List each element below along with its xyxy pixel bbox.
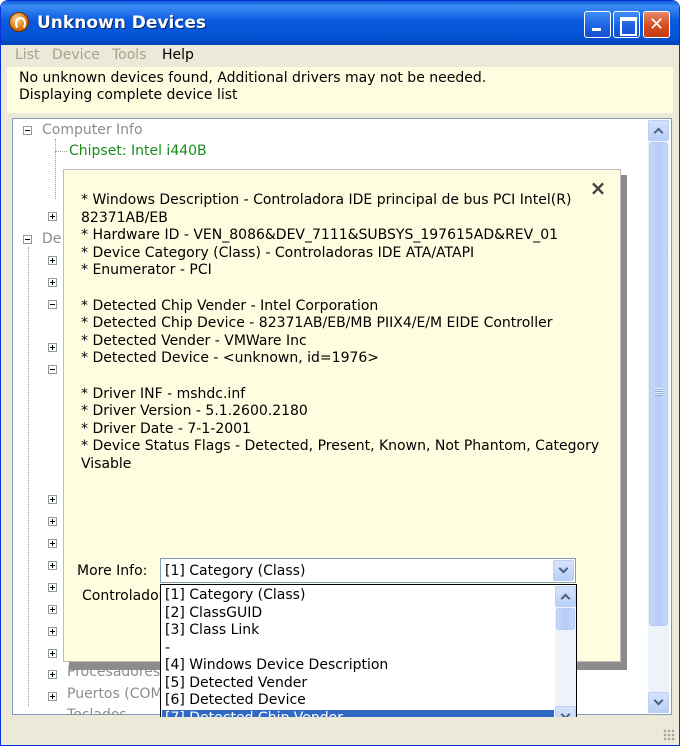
scroll-up-button[interactable] xyxy=(555,586,576,607)
tree-connector xyxy=(28,247,29,707)
scroll-up-button[interactable] xyxy=(648,120,669,141)
chevron-up-icon xyxy=(653,127,664,138)
expand-icon[interactable] xyxy=(48,692,57,701)
detail-line: * Enumerator - PCI xyxy=(81,262,212,279)
more-info-label: More Info: xyxy=(77,563,148,579)
chevron-up-icon xyxy=(560,593,571,604)
chevron-down-icon xyxy=(653,695,664,706)
expand-icon[interactable] xyxy=(48,649,57,658)
scroll-thumb[interactable] xyxy=(649,142,668,626)
device-details-text: * Windows Description - Controladora IDE… xyxy=(81,192,600,474)
popup-close-icon[interactable]: × xyxy=(589,178,607,198)
dropdown-option[interactable]: [5] Detected Vender xyxy=(162,675,554,693)
minimize-button[interactable] xyxy=(584,11,611,38)
detail-line: * Device Category (Class) - Controladora… xyxy=(81,244,475,261)
collapse-computer-info-icon[interactable] xyxy=(23,126,32,135)
dropdown-option[interactable]: - xyxy=(162,640,554,658)
detail-line xyxy=(81,280,581,298)
app-icon xyxy=(9,12,29,32)
dropdown-option[interactable]: [3] Class Link xyxy=(162,622,554,640)
info-line-2: Displaying complete device list xyxy=(19,87,238,103)
menu-device[interactable]: Device xyxy=(52,47,100,63)
dropdown-option[interactable]: [6] Detected Device xyxy=(162,692,554,710)
detail-line: * Detected Chip Device - 82371AB/EB/MB P… xyxy=(81,315,553,332)
detail-line: * Driver Version - 5.1.2600.2180 xyxy=(81,403,308,420)
tree-item-computer-info[interactable]: Computer Info xyxy=(42,122,143,138)
info-line-1: No unknown devices found, Additional dri… xyxy=(19,70,487,86)
detail-line: * Hardware ID - VEN_8086&DEV_7111&SUBSYS… xyxy=(81,227,559,244)
expand-icon[interactable] xyxy=(48,670,57,679)
more-info-select-value: [1] Category (Class) xyxy=(165,563,306,579)
detail-line: * Device Status Flags - Detected, Presen… xyxy=(81,438,600,455)
close-button[interactable]: ✕ xyxy=(643,11,670,38)
title-bar[interactable]: Unknown Devices ✕ xyxy=(1,1,679,45)
chevron-down-icon xyxy=(558,563,569,574)
grip-icon xyxy=(655,388,663,396)
tree-scrollbar[interactable] xyxy=(648,120,669,713)
more-info-dropdown-list[interactable]: [1] Category (Class) [2] ClassGUID [3] C… xyxy=(160,584,577,728)
app-window: Unknown Devices ✕ List Device Tools Help… xyxy=(0,0,680,746)
dropdown-option[interactable]: [2] ClassGUID xyxy=(162,605,554,623)
detail-line xyxy=(81,368,581,386)
expand-icon[interactable] xyxy=(48,256,57,265)
menu-list[interactable]: List xyxy=(15,47,39,63)
more-info-select[interactable]: [1] Category (Class) xyxy=(160,558,576,583)
expand-icon[interactable] xyxy=(48,212,57,221)
expand-icon[interactable] xyxy=(48,561,57,570)
detail-line: * Detected Device - <unknown, id=1976> xyxy=(81,350,380,367)
expand-icon[interactable] xyxy=(48,605,57,614)
window-title: Unknown Devices xyxy=(37,13,206,33)
dropdown-option[interactable]: [1] Category (Class) xyxy=(162,587,554,605)
expand-icon[interactable] xyxy=(48,627,57,636)
detail-line: * Detected Vender - VMWare Inc xyxy=(81,332,307,349)
menu-help[interactable]: Help xyxy=(162,47,194,63)
tree-item-devices[interactable]: De xyxy=(42,231,61,247)
dropdown-scrollbar[interactable] xyxy=(555,586,576,727)
status-bar xyxy=(1,717,679,745)
collapse-devices-icon[interactable] xyxy=(23,235,32,244)
detail-line: * Detected Chip Vender - Intel Corporati… xyxy=(81,297,379,314)
expand-icon[interactable] xyxy=(48,517,57,526)
detail-line: * Windows Description - Controladora IDE… xyxy=(81,192,572,208)
tree-connector xyxy=(55,151,67,152)
expand-icon[interactable] xyxy=(48,539,57,548)
collapse-icon[interactable] xyxy=(48,300,57,309)
close-icon: ✕ xyxy=(648,14,665,35)
detail-line: Visable xyxy=(81,455,132,472)
menu-tools[interactable]: Tools xyxy=(112,47,147,63)
expand-icon[interactable] xyxy=(48,278,57,287)
tree-item-puertos[interactable]: Puertos (COM xyxy=(67,686,163,702)
info-banner: No unknown devices found, Additional dri… xyxy=(7,67,673,113)
controller-label: Controlador xyxy=(82,588,165,604)
expand-icon[interactable] xyxy=(48,583,57,592)
resize-grip-icon[interactable] xyxy=(663,729,675,741)
dropdown-button[interactable] xyxy=(553,560,574,581)
tree-item-chipset[interactable]: Chipset: Intel i440B xyxy=(69,143,207,159)
maximize-button[interactable] xyxy=(613,11,640,38)
scroll-down-button[interactable] xyxy=(648,692,669,713)
expand-icon[interactable] xyxy=(48,495,57,504)
detail-line: * Driver Date - 7-1-2001 xyxy=(81,420,251,437)
tree-connector xyxy=(55,139,56,199)
dropdown-option[interactable]: [4] Windows Device Description xyxy=(162,657,554,675)
detail-line: * Driver INF - mshdc.inf xyxy=(81,385,246,402)
scroll-thumb[interactable] xyxy=(556,608,575,630)
menu-bar: List Device Tools Help xyxy=(1,45,679,66)
collapse-icon[interactable] xyxy=(48,365,57,374)
expand-icon[interactable] xyxy=(48,343,57,352)
detail-line: 82371AB/EB xyxy=(81,209,168,226)
tree-item-teclados[interactable]: Teclados xyxy=(67,707,127,715)
